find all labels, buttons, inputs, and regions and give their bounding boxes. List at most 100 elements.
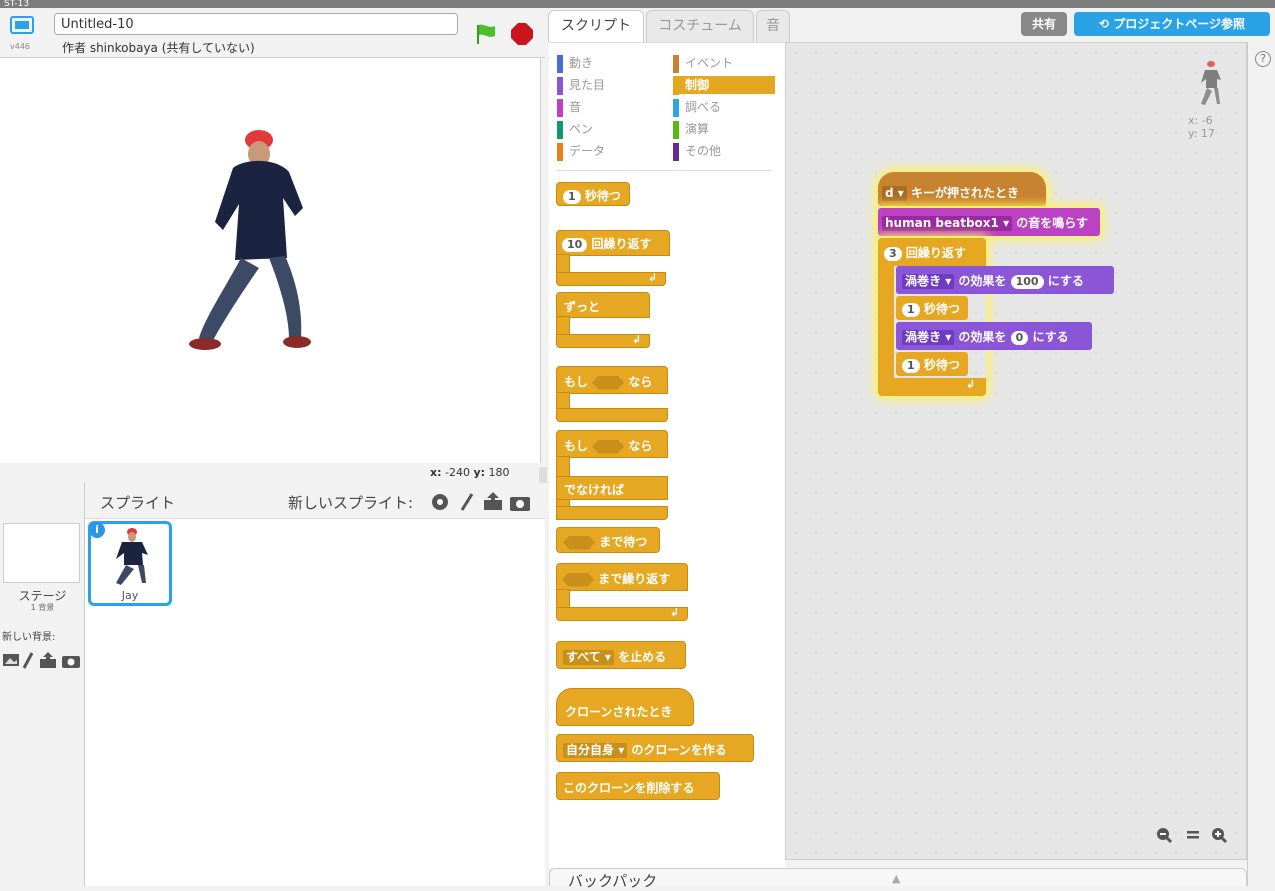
zoom-controls <box>1157 828 1228 844</box>
backpack-expand-icon[interactable]: ▲ <box>892 872 900 885</box>
script-set-effect-1[interactable]: 渦巻き ▾ の効果を 100 にする <box>896 266 1114 294</box>
version-label: v446 <box>10 42 31 51</box>
help-icon[interactable]: ? <box>1255 51 1271 67</box>
if-else-if-label: もし <box>564 439 589 453</box>
new-backdrop-icons <box>3 652 80 669</box>
effect2-dropdown[interactable]: 渦巻き ▾ <box>902 330 955 345</box>
effect1-dropdown[interactable]: 渦巻き ▾ <box>902 274 955 289</box>
category-sound[interactable]: 音 <box>557 98 657 117</box>
stage-collapse-handle[interactable] <box>539 467 547 483</box>
paint-backdrop-icon[interactable] <box>22 652 34 669</box>
tab-costumes[interactable]: コスチューム <box>646 10 754 42</box>
block-wait[interactable]: 1 秒待つ <box>556 182 630 206</box>
tab-scripts[interactable]: スクリプト <box>548 10 644 42</box>
script-wait-1[interactable]: 1 秒待つ <box>896 296 968 320</box>
clone-start-label: クローンされたとき <box>565 705 673 719</box>
jay-sprite-image[interactable] <box>185 128 320 356</box>
top-strip-text: ST-13 <box>4 0 30 8</box>
sound-dropdown[interactable]: human beatbox1 ▾ <box>882 216 1013 231</box>
wait2-input[interactable]: 1 <box>902 358 920 373</box>
key-dropdown[interactable]: d ▾ <box>882 186 907 201</box>
repeat-input[interactable]: 10 <box>562 237 588 252</box>
camera-icon[interactable] <box>510 497 530 511</box>
block-create-clone[interactable]: 自分自身 ▾ のクローンを作る <box>556 734 754 762</box>
effect1-value-input[interactable]: 100 <box>1010 274 1044 289</box>
block-if-else[interactable]: もし なら でなければ <box>556 430 668 520</box>
backdrop-library-icon[interactable] <box>3 654 19 666</box>
fullscreen-icon[interactable] <box>8 14 36 38</box>
jay-thumbnail-image <box>116 528 148 585</box>
camera-backdrop-icon[interactable] <box>62 656 80 668</box>
script-when-key-pressed[interactable]: d ▾ キーが押されたとき <box>878 172 1046 206</box>
info-icon[interactable]: i <box>89 522 105 538</box>
category-pen[interactable]: ペン <box>557 120 657 139</box>
category-motion[interactable]: 動き <box>557 54 657 73</box>
backpack-label: バックパック <box>568 872 658 890</box>
block-wait-until[interactable]: まで待つ <box>556 527 660 553</box>
wait-until-slot[interactable] <box>563 535 595 550</box>
if-label: もし <box>564 375 589 389</box>
block-repeat[interactable]: 10 回繰り返す ↲ <box>556 230 670 286</box>
upload-icon[interactable] <box>484 492 502 510</box>
zoom-reset-icon[interactable] <box>1187 831 1199 839</box>
if-else-then-label: なら <box>628 439 653 453</box>
stop-icon[interactable] <box>510 22 534 46</box>
stage-thumbnail[interactable] <box>3 523 80 583</box>
tab-sounds[interactable]: 音 <box>756 10 790 42</box>
block-if[interactable]: もし なら <box>556 366 668 424</box>
see-project-page-button[interactable]: ⟲ プロジェクトページ参照 <box>1074 12 1270 36</box>
block-delete-clone[interactable]: このクローンを削除する <box>556 772 720 800</box>
block-when-clone-start[interactable]: クローンされたとき <box>556 688 694 726</box>
y-value: 180 <box>488 466 510 479</box>
zoom-in-icon[interactable] <box>1212 828 1228 844</box>
share-button[interactable]: 共有 <box>1021 12 1067 36</box>
stop-dropdown[interactable]: すべて ▾ <box>563 650 614 665</box>
category-looks[interactable]: 見た目 <box>557 76 657 95</box>
script-repeat-input[interactable]: 3 <box>884 246 902 261</box>
category-events[interactable]: イベント <box>673 54 775 73</box>
x-value: -240 <box>445 466 470 479</box>
upload-backdrop-icon[interactable] <box>40 652 56 668</box>
effect2-value-input[interactable]: 0 <box>1010 330 1029 345</box>
category-operators[interactable]: 演算 <box>673 120 775 139</box>
paint-brush-icon[interactable] <box>460 493 474 511</box>
wait-input[interactable]: 1 <box>563 189 581 204</box>
block-stop[interactable]: すべて ▾ を止める <box>556 641 686 669</box>
wait-until-label: まで待つ <box>599 535 648 549</box>
category-looks-label: 見た目 <box>569 78 606 92</box>
wait1-input[interactable]: 1 <box>902 302 920 317</box>
project-title-input[interactable] <box>54 13 458 35</box>
category-control[interactable]: 制御 <box>673 76 775 95</box>
script-set-effect-2[interactable]: 渦巻き ▾ の効果を 0 にする <box>896 322 1092 350</box>
green-flag-icon[interactable] <box>474 22 498 46</box>
category-data[interactable]: データ <box>557 142 657 161</box>
create-clone-label: のクローンを作る <box>631 743 727 757</box>
script-wait-2[interactable]: 1 秒待つ <box>896 352 968 376</box>
wait1-label: 秒待つ <box>923 302 960 316</box>
category-sound-label: 音 <box>569 100 582 114</box>
category-sensing[interactable]: 調べる <box>673 98 775 117</box>
repeat-label: 回繰り返す <box>591 237 652 251</box>
sprite-x-position: x: -6 <box>1188 114 1213 127</box>
if-else-condition-slot[interactable] <box>592 439 625 454</box>
current-sprite-icon <box>1201 61 1221 105</box>
script-play-sound[interactable]: human beatbox1 ▾ の音を鳴らす <box>878 208 1100 236</box>
script-area-scrollbar[interactable] <box>1247 42 1275 886</box>
category-more[interactable]: その他 <box>673 142 775 161</box>
else-label: でなければ <box>564 483 625 497</box>
clone-target: 自分自身 <box>566 743 615 757</box>
block-repeat-until[interactable]: まで繰り返す ↲ <box>556 563 688 623</box>
y-label: y: <box>473 466 486 479</box>
repeat-until-slot[interactable] <box>562 572 594 587</box>
category-data-label: データ <box>569 144 606 158</box>
new-sprite-label: 新しいスプライト: <box>288 494 414 512</box>
zoom-out-icon[interactable] <box>1157 828 1173 844</box>
category-sensing-label: 調べる <box>685 100 722 114</box>
sprite-library-icon[interactable] <box>432 494 448 510</box>
clone-target-dropdown[interactable]: 自分自身 ▾ <box>563 743 628 758</box>
sprite-name-label: Jay <box>121 589 139 602</box>
script-area[interactable] <box>785 42 1247 860</box>
block-forever[interactable]: ずっと ↲ <box>556 292 650 350</box>
effect1-name: 渦巻き <box>905 274 942 288</box>
if-condition-slot[interactable] <box>592 375 625 390</box>
